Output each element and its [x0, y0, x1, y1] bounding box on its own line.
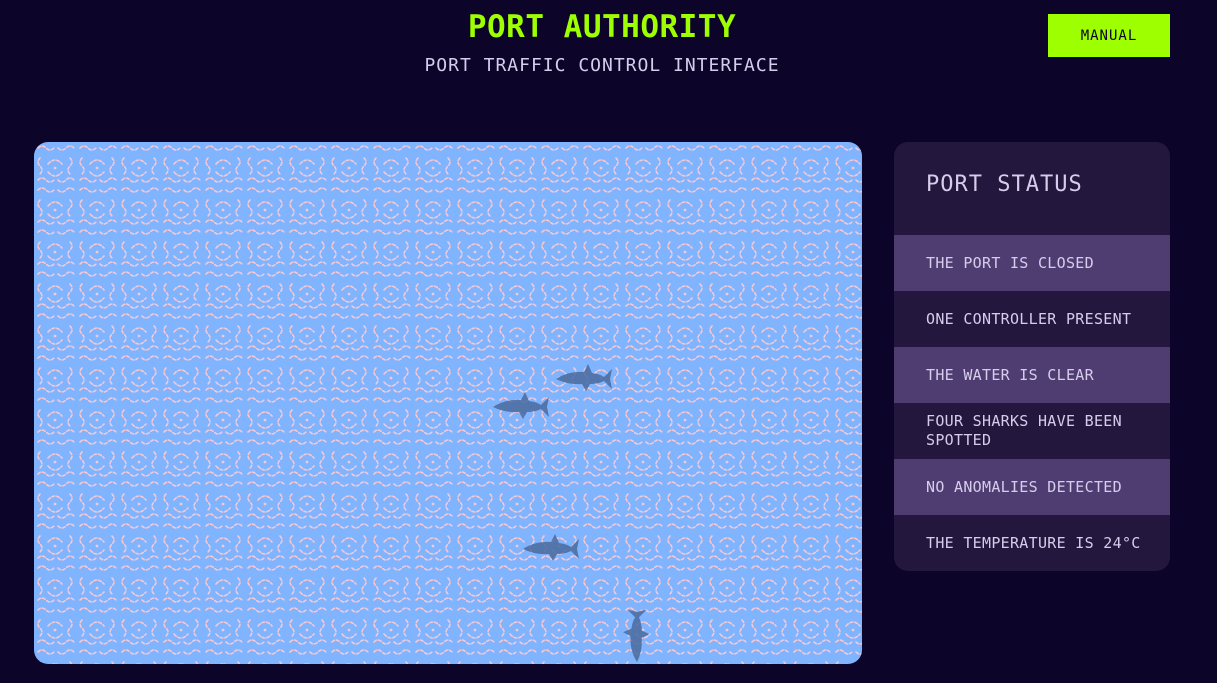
port-authority-page: PORT AUTHORITY PORT TRAFFIC CONTROL INTE… — [0, 0, 1217, 683]
page-subtitle: PORT TRAFFIC CONTROL INTERFACE — [424, 55, 780, 76]
port-water-view[interactable] — [34, 142, 862, 664]
status-panel-title: PORT STATUS — [926, 172, 1083, 197]
status-item-temperature: THE TEMPERATURE IS 24°C — [926, 533, 1141, 552]
shark-icon — [623, 609, 650, 663]
shark-icon — [556, 364, 612, 391]
water-ripple-pattern — [34, 142, 862, 664]
status-item-anomalies: NO ANOMALIES DETECTED — [894, 459, 1170, 515]
status-list: THE PORT IS CLOSED ONE CONTROLLER PRESEN… — [894, 235, 1170, 571]
shark-icon — [493, 392, 549, 419]
status-item-controllers: ONE CONTROLLER PRESENT — [926, 309, 1132, 328]
port-status-panel: PORT STATUS THE PORT IS CLOSED ONE CONTR… — [894, 142, 1170, 571]
page-title: PORT AUTHORITY — [467, 9, 737, 45]
status-item-water: THE WATER IS CLEAR — [894, 347, 1170, 403]
manual-button[interactable]: MANUAL — [1048, 14, 1170, 57]
status-item-port: THE PORT IS CLOSED — [894, 235, 1170, 291]
status-item-sharks: FOUR SHARKS HAVE BEEN SPOTTED — [926, 412, 1122, 449]
shark-icon — [523, 534, 579, 561]
